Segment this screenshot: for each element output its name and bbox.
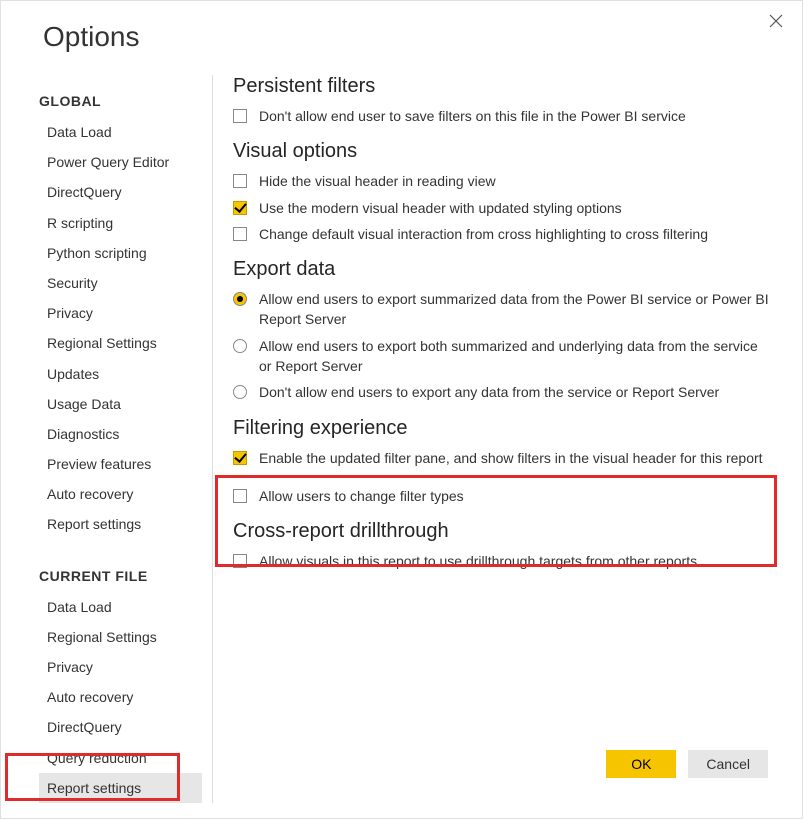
close-icon [769, 14, 783, 28]
heading-filtering-experience: Filtering experience [233, 417, 772, 440]
checkbox-cross-filtering[interactable] [233, 227, 247, 241]
option-export-none[interactable]: Don't allow end users to export any data… [233, 382, 772, 402]
sidebar-item-cf-privacy[interactable]: Privacy [39, 652, 202, 682]
option-label: Allow visuals in this report to use dril… [259, 551, 772, 571]
dialog-body: GLOBAL Data Load Power Query Editor Dire… [1, 63, 802, 803]
checkbox-hide-visual-header[interactable] [233, 174, 247, 188]
checkbox-modern-visual-header[interactable] [233, 201, 247, 215]
sidebar-item-auto-recovery[interactable]: Auto recovery [39, 479, 202, 509]
option-change-filter-types[interactable]: Allow users to change filter types [233, 486, 772, 506]
sidebar-item-report-settings-global[interactable]: Report settings [39, 509, 202, 539]
heading-export-data: Export data [233, 258, 772, 281]
option-enable-updated-filter-pane[interactable]: Enable the updated filter pane, and show… [233, 448, 772, 468]
option-label: Don't allow end users to export any data… [259, 382, 772, 402]
heading-persistent-filters: Persistent filters [233, 75, 772, 98]
option-label: Use the modern visual header with update… [259, 198, 772, 218]
sidebar-item-updates[interactable]: Updates [39, 359, 202, 389]
sidebar-item-regional-settings[interactable]: Regional Settings [39, 328, 202, 358]
sidebar-item-r-scripting[interactable]: R scripting [39, 208, 202, 238]
close-button[interactable] [764, 9, 788, 33]
sidebar-item-power-query-editor[interactable]: Power Query Editor [39, 147, 202, 177]
sidebar-item-preview-features[interactable]: Preview features [39, 449, 202, 479]
heading-visual-options: Visual options [233, 140, 772, 163]
options-dialog: Options GLOBAL Data Load Power Query Edi… [0, 0, 803, 819]
sidebar-item-cf-report-settings[interactable]: Report settings [39, 773, 202, 803]
sidebar-item-cf-regional-settings[interactable]: Regional Settings [39, 622, 202, 652]
sidebar-section-current-file: CURRENT FILE [39, 568, 202, 584]
sidebar-item-cf-data-load[interactable]: Data Load [39, 592, 202, 622]
option-label: Enable the updated filter pane, and show… [259, 448, 772, 468]
dialog-button-row: OK Cancel [606, 750, 768, 778]
sidebar-item-python-scripting[interactable]: Python scripting [39, 238, 202, 268]
option-label: Allow users to change filter types [259, 486, 772, 506]
sidebar: GLOBAL Data Load Power Query Editor Dire… [1, 75, 213, 803]
sidebar-item-security[interactable]: Security [39, 268, 202, 298]
option-label: Allow end users to export both summarize… [259, 336, 772, 377]
radio-export-both[interactable] [233, 339, 247, 353]
ok-button[interactable]: OK [606, 750, 676, 778]
checkbox-enable-updated-filter-pane[interactable] [233, 451, 247, 465]
dialog-title: Options [1, 1, 802, 63]
checkbox-change-filter-types[interactable] [233, 489, 247, 503]
option-export-both[interactable]: Allow end users to export both summarize… [233, 336, 772, 377]
sidebar-item-directquery[interactable]: DirectQuery [39, 177, 202, 207]
option-label: Allow end users to export summarized dat… [259, 289, 772, 330]
option-modern-visual-header[interactable]: Use the modern visual header with update… [233, 198, 772, 218]
option-export-summarized[interactable]: Allow end users to export summarized dat… [233, 289, 772, 330]
sidebar-section-global: GLOBAL [39, 93, 202, 109]
sidebar-item-cf-directquery[interactable]: DirectQuery [39, 712, 202, 742]
sidebar-item-privacy[interactable]: Privacy [39, 298, 202, 328]
radio-export-none[interactable] [233, 385, 247, 399]
option-label: Change default visual interaction from c… [259, 224, 772, 244]
heading-cross-report: Cross-report drillthrough [233, 520, 772, 543]
radio-export-summarized[interactable] [233, 292, 247, 306]
content-pane: Persistent filters Don't allow end user … [213, 75, 802, 803]
sidebar-item-cf-auto-recovery[interactable]: Auto recovery [39, 682, 202, 712]
option-hide-visual-header[interactable]: Hide the visual header in reading view [233, 171, 772, 191]
sidebar-item-data-load[interactable]: Data Load [39, 117, 202, 147]
option-cross-filtering[interactable]: Change default visual interaction from c… [233, 224, 772, 244]
option-cross-report-drillthrough[interactable]: Allow visuals in this report to use dril… [233, 551, 772, 571]
sidebar-item-cf-query-reduction[interactable]: Query reduction [39, 743, 202, 773]
option-label: Don't allow end user to save filters on … [259, 106, 772, 126]
cancel-button[interactable]: Cancel [688, 750, 768, 778]
checkbox-persistent-filters[interactable] [233, 109, 247, 123]
sidebar-item-usage-data[interactable]: Usage Data [39, 389, 202, 419]
checkbox-cross-report-drillthrough[interactable] [233, 554, 247, 568]
option-persistent-filters[interactable]: Don't allow end user to save filters on … [233, 106, 772, 126]
sidebar-item-diagnostics[interactable]: Diagnostics [39, 419, 202, 449]
option-label: Hide the visual header in reading view [259, 171, 772, 191]
